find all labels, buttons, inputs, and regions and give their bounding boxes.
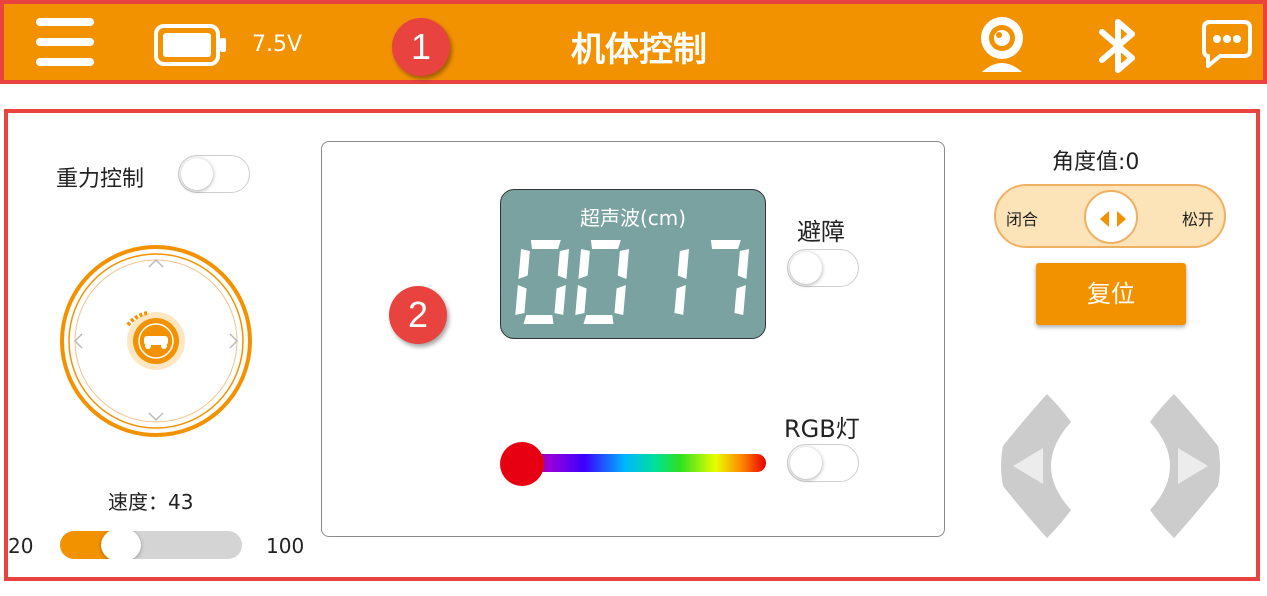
lcd-segment bbox=[578, 249, 590, 279]
battery-icon bbox=[154, 24, 226, 66]
ultrasonic-label: 超声波(cm) bbox=[579, 206, 687, 230]
speed-min-label: 20 bbox=[8, 534, 34, 558]
camera-icon[interactable] bbox=[972, 14, 1032, 76]
rgb-color-knob[interactable] bbox=[500, 442, 544, 486]
lcd-segment bbox=[617, 249, 630, 279]
claw-slider[interactable]: 闭合 松开 bbox=[994, 184, 1226, 248]
lcd-segment bbox=[614, 285, 626, 315]
left-right-arrows-icon bbox=[1100, 211, 1126, 227]
lcd-segment bbox=[515, 285, 527, 315]
joystick[interactable] bbox=[58, 243, 254, 439]
speed-label: 速度：43 bbox=[108, 490, 194, 514]
rgb-light-label: RGB灯 bbox=[784, 415, 860, 443]
annotation-marker-2: 2 bbox=[389, 286, 447, 344]
obstacle-avoid-label: 避障 bbox=[797, 218, 845, 246]
page-title: 机体控制 bbox=[571, 30, 707, 70]
lcd-segment bbox=[557, 249, 570, 279]
chat-icon[interactable] bbox=[1200, 18, 1254, 70]
rgb-light-toggle[interactable] bbox=[787, 444, 859, 482]
rgb-color-slider[interactable] bbox=[514, 454, 766, 472]
joystick-knob-icon bbox=[126, 311, 185, 370]
lcd-segment bbox=[575, 285, 587, 315]
ultrasonic-value bbox=[515, 240, 750, 324]
battery-voltage: 7.5V bbox=[252, 32, 303, 57]
menu-icon[interactable] bbox=[36, 18, 94, 66]
top-bar: 7.5V 1 机体控制 bbox=[0, 0, 1267, 84]
claw-slider-knob[interactable] bbox=[1084, 190, 1138, 244]
lcd-segment bbox=[674, 285, 686, 315]
lcd-segment bbox=[734, 285, 746, 315]
lcd-segment bbox=[710, 240, 741, 249]
lcd-segment bbox=[583, 315, 614, 324]
lcd-segment bbox=[530, 240, 561, 249]
obstacle-avoid-toggle[interactable] bbox=[787, 249, 859, 287]
angle-value-label: 角度值:0 bbox=[1052, 150, 1140, 175]
lcd-segment bbox=[518, 249, 530, 279]
lcd-segment bbox=[590, 240, 621, 249]
lcd-segment bbox=[554, 285, 566, 315]
ultrasonic-display: 超声波(cm) bbox=[500, 189, 766, 339]
annotation-marker-1: 1 bbox=[392, 18, 450, 76]
lcd-segment bbox=[737, 249, 750, 279]
turn-left-button[interactable] bbox=[999, 390, 1075, 542]
gravity-control-label: 重力控制 bbox=[56, 167, 145, 192]
gravity-control-toggle[interactable] bbox=[178, 155, 250, 193]
speed-max-label: 100 bbox=[266, 534, 305, 558]
lcd-segment bbox=[523, 315, 554, 324]
claw-close-label: 闭合 bbox=[1006, 210, 1039, 229]
speed-slider[interactable] bbox=[60, 531, 242, 559]
lcd-segment bbox=[677, 249, 690, 279]
claw-open-label: 松开 bbox=[1181, 210, 1214, 229]
speed-slider-knob[interactable] bbox=[100, 531, 141, 559]
reset-button[interactable]: 复位 bbox=[1036, 263, 1186, 325]
bluetooth-icon[interactable] bbox=[1096, 16, 1140, 76]
turn-right-button[interactable] bbox=[1146, 390, 1222, 542]
